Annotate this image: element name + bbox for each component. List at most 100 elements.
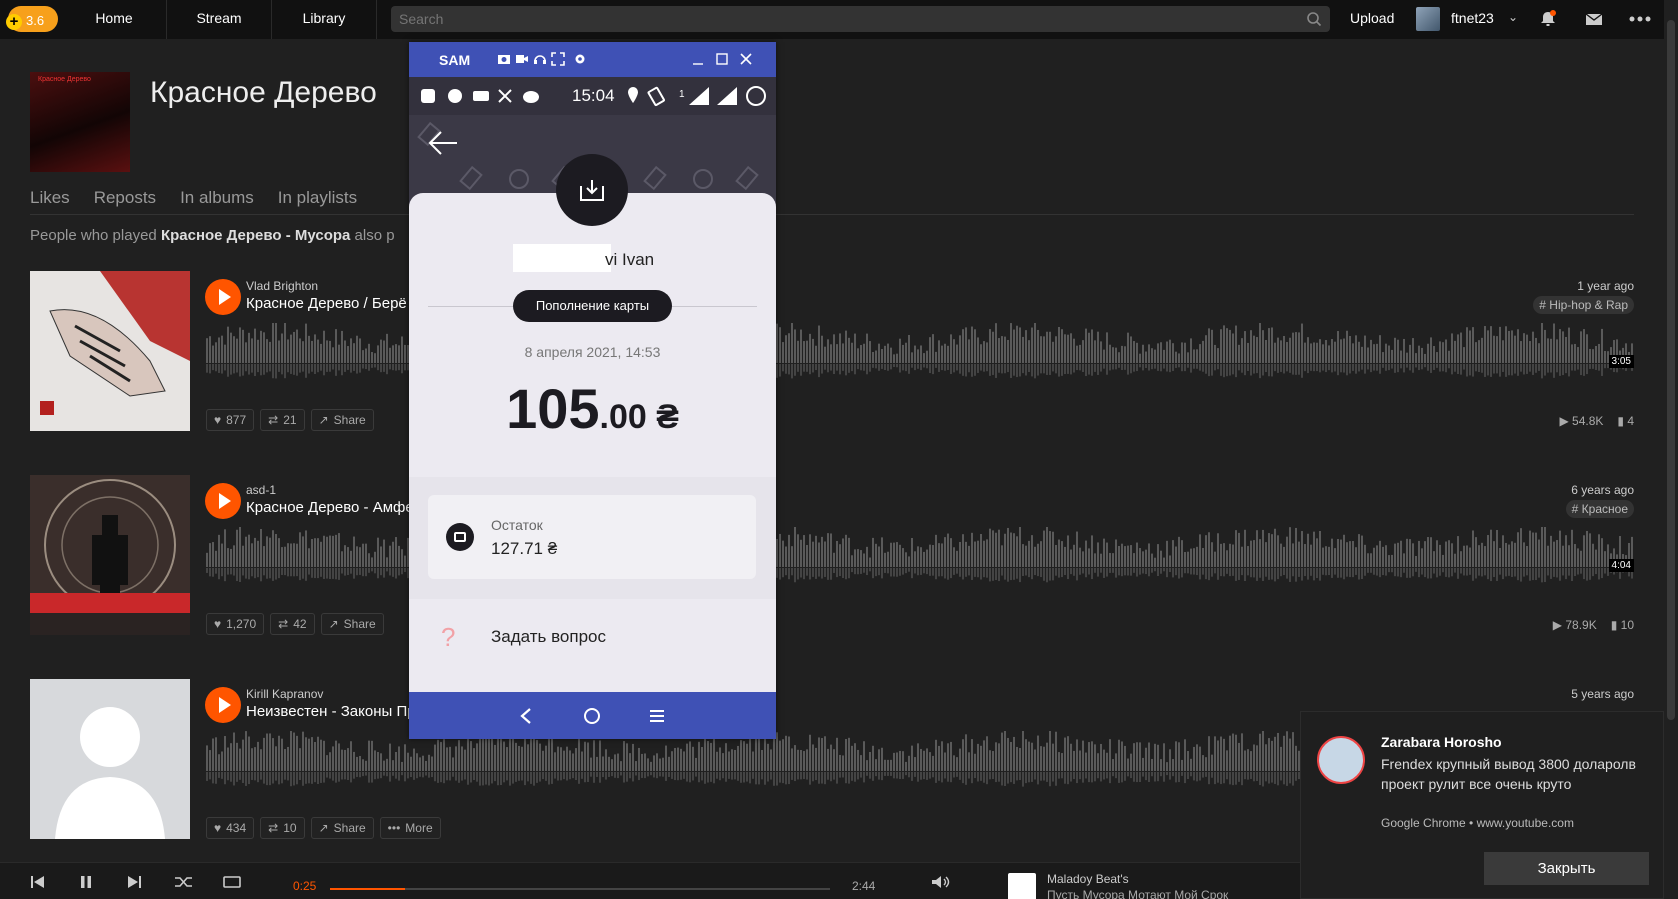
artist-avatar[interactable]: Красное Дерево [30,72,130,172]
tab-likes[interactable]: Likes [30,188,70,208]
repost-button[interactable]: ⇄ 21 [260,409,305,431]
app-logo[interactable]: + 3.6 [0,0,62,39]
previous-icon[interactable] [30,875,46,889]
track-tag[interactable]: # Hip-hop & Rap [1533,296,1634,314]
track-artwork[interactable] [30,271,190,431]
share-label: Share [333,413,366,427]
search-icon[interactable] [1306,11,1322,27]
comment-count: 10 [1620,618,1634,632]
like-button[interactable]: ♥ 1,270 [206,613,265,635]
nav-stream[interactable]: Stream [167,0,272,39]
comment-icon: ▮ [1610,618,1621,632]
share-button[interactable]: ↗ Share [310,817,374,839]
upload-link[interactable]: Upload [1350,10,1394,26]
track-title[interactable]: Красное Дерево / Берё [246,295,407,312]
minimize-icon[interactable] [691,52,705,66]
track-age: 1 year ago [1577,279,1634,293]
track-user[interactable]: Vlad Brighton [246,279,318,293]
nav-library[interactable]: Library [272,0,377,39]
share-icon: ↗ [318,821,329,835]
repost-icon: ⇄ [268,413,279,427]
android-status-bar: 15:04 1 [409,77,776,115]
related-prefix: People who played [30,227,161,244]
track-artwork[interactable] [30,475,190,635]
comments-stat[interactable]: ▮ 4 [1617,414,1634,428]
repost-icon: ⇄ [278,617,289,631]
notification-body: Frendex крупный вывод 3800 доларолв прое… [1381,756,1636,792]
main-nav: Home Stream Library [62,0,377,39]
more-button[interactable]: ••• More [379,817,441,839]
progress-fill [330,888,405,890]
play-button[interactable] [205,279,241,315]
repost-button[interactable]: ⇄ 42 [270,613,315,635]
camera-icon[interactable] [497,52,511,66]
track-title[interactable]: Красное Дерево - Амфе [246,499,414,516]
like-button[interactable]: ♥ 877 [206,409,255,431]
headphones-icon[interactable] [533,52,547,66]
user-avatar[interactable] [1416,7,1440,31]
system-status-icons [628,86,766,107]
repost-count: 10 [283,821,297,835]
track-age: 6 years ago [1571,483,1634,497]
heart-icon: ♥ [214,821,222,835]
repost-button[interactable]: ⇄ 10 [260,817,305,839]
next-icon[interactable] [126,875,142,889]
notification-close-button[interactable]: Закрыть [1484,852,1649,885]
track-user[interactable]: Kirill Kapranov [246,687,323,701]
share-button[interactable]: ↗ Share [310,409,374,431]
download-circle [556,154,628,226]
amount-integer: 105 [506,377,600,440]
related-heading: People who played Красное Дерево - Мусор… [30,227,395,244]
username[interactable]: ftnet23 [1451,10,1494,26]
scrollbar-thumb[interactable] [1667,20,1675,720]
share-button[interactable]: ↗ Share [320,613,384,635]
fullscreen-icon[interactable] [551,52,565,66]
like-count: 1,270 [226,617,257,631]
maximize-icon[interactable] [715,52,729,66]
page-scrollbar[interactable] [1664,0,1678,899]
ask-question-row[interactable]: ? Задать вопрос [409,600,776,670]
nav-home[interactable]: Home [62,0,167,39]
track-duration: 4:04 [1608,559,1634,572]
mail-icon[interactable] [1584,9,1604,29]
related-track[interactable]: Красное Дерево - Мусора [161,227,350,244]
tab-in-albums[interactable]: In albums [180,188,254,208]
tab-in-playlists[interactable]: In playlists [278,188,357,208]
progress-bar[interactable] [330,888,830,890]
like-count: 434 [226,821,247,835]
chevron-down-icon[interactable]: ⌄ [1508,10,1518,24]
video-icon[interactable] [515,52,529,66]
track-tag[interactable]: # Красное [1565,500,1634,518]
play-count: 54.8K [1572,414,1604,428]
like-button[interactable]: ♥ 434 [206,817,255,839]
tab-reposts[interactable]: Reposts [94,188,156,208]
shuffle-icon[interactable] [174,875,194,889]
more-icon[interactable] [1628,9,1652,29]
close-icon[interactable] [739,52,753,66]
volume-icon[interactable] [930,875,950,889]
nav-recents-icon[interactable] [649,707,665,725]
nav-home-icon[interactable] [583,707,601,725]
pause-icon[interactable] [78,875,94,889]
track-artwork[interactable] [30,679,190,839]
track-user[interactable]: asd-1 [246,483,276,497]
play-button[interactable] [205,483,241,519]
repeat-icon[interactable] [222,875,242,889]
balance-label: Остаток [491,517,543,533]
bell-icon[interactable] [1538,9,1558,29]
track-actions: ♥ 877 ⇄ 21 ↗ Share [206,409,374,431]
emulator-name: SAM [439,52,471,68]
share-icon: ↗ [318,413,329,427]
repost-count: 21 [283,413,297,427]
now-playing-title[interactable]: Пусть Мусора Мотают Мой Срок [1047,888,1228,899]
now-playing-artwork[interactable] [1008,873,1036,899]
now-playing-artist[interactable]: Maladoy Beat's [1047,872,1129,886]
back-arrow-icon[interactable] [427,129,459,157]
transaction-type-badge: Пополнение карты [513,290,672,322]
search-input[interactable] [391,6,1330,32]
nav-back-icon[interactable] [518,707,534,725]
play-button[interactable] [205,687,241,723]
settings-gear-icon[interactable] [573,52,587,66]
comments-stat[interactable]: ▮ 10 [1611,618,1634,632]
track-title[interactable]: Неизвестен - Законы Пр [246,703,416,720]
